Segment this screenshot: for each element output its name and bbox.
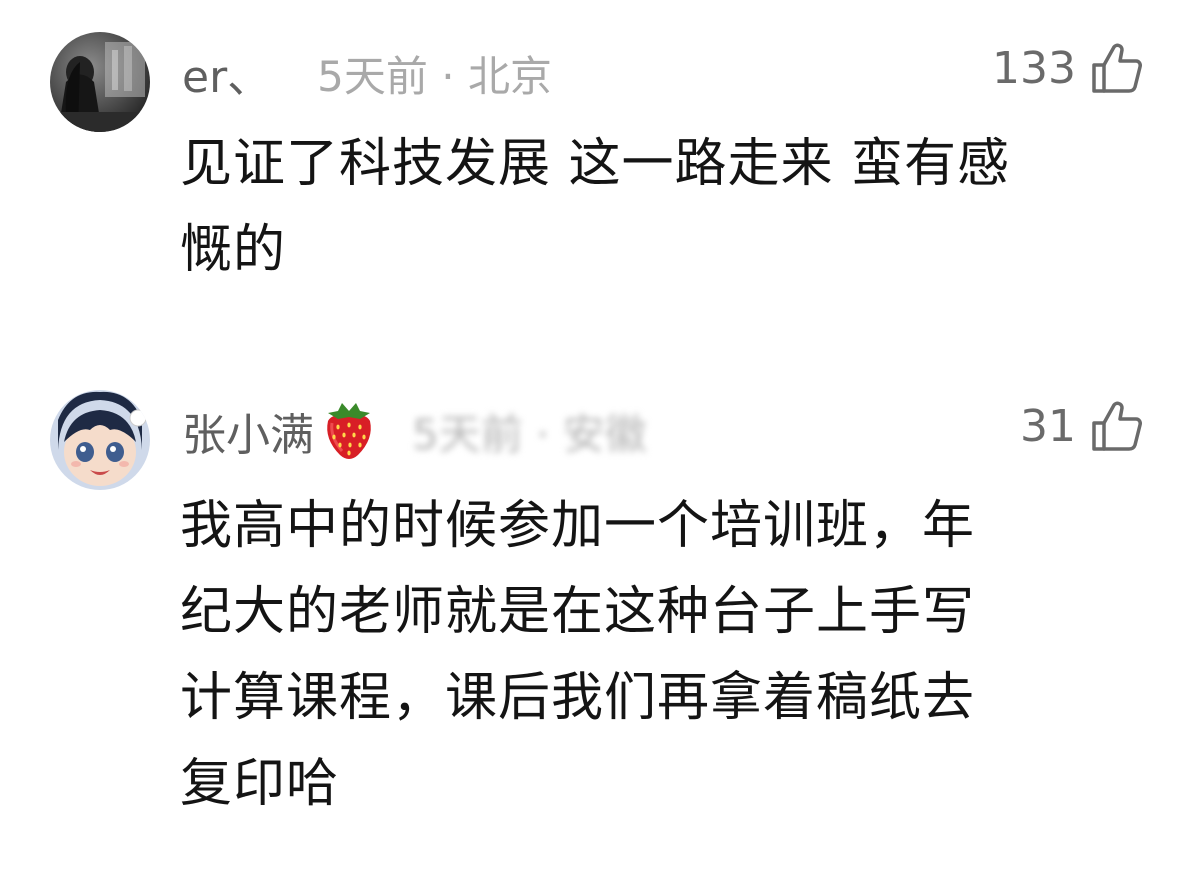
avatar[interactable]: [50, 390, 150, 490]
username[interactable]: er、: [182, 41, 271, 105]
comment-meta: 张小满 5天前 · 安徽: [182, 401, 647, 461]
avatar-photo-icon: [50, 32, 150, 132]
comment-meta: er、 5天前 · 北京: [182, 41, 552, 105]
time-location-blurred: 5天前 · 安徽: [412, 409, 647, 459]
anime-avatar-icon: [50, 390, 150, 490]
like-count: 31: [1020, 400, 1076, 452]
like-button[interactable]: 133: [992, 38, 1144, 98]
comment-item: er、 5天前 · 北京 133 见证了科技发展 这一路走来 蛮有感 慨的: [0, 0, 1200, 340]
thumbs-up-icon[interactable]: [1090, 41, 1144, 95]
comment-item: 张小满 5天前 · 安徽 31 我高中的时候参加一个培训班，年 纪大的老师就是在…: [0, 360, 1200, 860]
like-button[interactable]: 31: [1020, 396, 1144, 456]
username[interactable]: 张小满: [182, 399, 314, 463]
time-location: 5天前 · 北京: [317, 51, 552, 101]
comment-text: 见证了科技发展 这一路走来 蛮有感 慨的: [180, 134, 1011, 280]
strawberry-icon: [320, 399, 378, 463]
like-count: 133: [992, 42, 1076, 94]
thumbs-up-icon[interactable]: [1090, 399, 1144, 453]
comment-text: 我高中的时候参加一个培训班，年 纪大的老师就是在这种台子上手写 计算课程，课后我…: [180, 496, 976, 814]
avatar[interactable]: [50, 32, 150, 132]
